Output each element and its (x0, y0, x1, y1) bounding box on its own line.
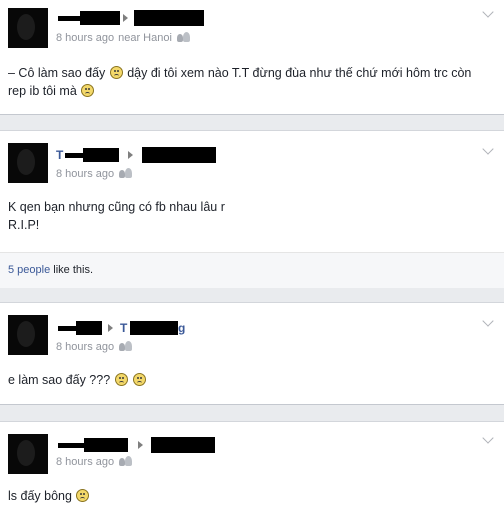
likes-link[interactable]: 5 people (8, 264, 50, 276)
redacted-name (80, 11, 120, 25)
redacted-name (76, 321, 102, 335)
timestamp[interactable]: 8 hours ago (56, 456, 114, 468)
chevron-down-icon[interactable] (482, 432, 494, 444)
friends-icon[interactable] (119, 456, 133, 466)
location[interactable]: near Hanoi (118, 32, 172, 44)
likes-text: like this. (50, 264, 94, 276)
frown-emoticon-icon (114, 373, 128, 386)
timestamp[interactable]: 8 hours ago (56, 168, 114, 180)
feed-post: T 8 hours ago K qen bạn nhưng cũng có fb… (0, 130, 504, 288)
right-triangle-icon (123, 14, 128, 22)
chevron-down-icon[interactable] (482, 143, 494, 155)
post-meta: 8 hours ago near Hanoi (56, 31, 190, 45)
avatar[interactable] (8, 8, 48, 48)
feed-post: T g 8 hours ago e làm sao đấy ??? (0, 302, 504, 405)
target-name[interactable]: T (120, 321, 127, 335)
redacted-name (84, 438, 128, 452)
avatar[interactable] (8, 315, 48, 355)
message-line: R.I.P! (8, 218, 40, 232)
redacted-name (58, 16, 82, 21)
timestamp[interactable]: 8 hours ago (56, 341, 114, 353)
avatar[interactable] (8, 434, 48, 474)
message-line: K qen bạn nhưng cũng có fb nhau lâu r (8, 200, 225, 214)
right-triangle-icon (108, 324, 113, 332)
message-text: ls đấy bông (8, 489, 76, 503)
likes-bar: 5 people like this. (0, 252, 504, 288)
redacted-name (151, 437, 215, 453)
message-text: – Cô làm sao đấy (8, 66, 109, 80)
feed-post: 8 hours ago ls đấy bông (0, 421, 504, 521)
frown-emoticon-icon (76, 489, 90, 502)
friends-icon[interactable] (176, 32, 190, 42)
post-meta: 8 hours ago (56, 340, 133, 354)
post-message: – Cô làm sao đấy dậy đi tôi xem nào T.T … (8, 64, 492, 100)
redacted-name (58, 443, 86, 448)
right-triangle-icon (138, 441, 143, 449)
avatar[interactable] (8, 143, 48, 183)
redacted-name (83, 148, 119, 162)
feed-post: 8 hours ago near Hanoi – Cô làm sao đấy d… (0, 0, 504, 115)
news-feed: 8 hours ago near Hanoi – Cô làm sao đấy d… (0, 0, 504, 521)
frown-emoticon-icon (109, 66, 123, 79)
redacted-name (142, 147, 216, 163)
author-name[interactable]: T (56, 148, 63, 162)
post-message: e làm sao đấy ??? (8, 371, 492, 389)
friends-icon[interactable] (119, 168, 133, 178)
chevron-down-icon[interactable] (482, 6, 494, 18)
right-triangle-icon (128, 151, 133, 159)
post-message: ls đấy bông (8, 487, 492, 505)
post-meta: 8 hours ago (56, 167, 133, 181)
redacted-name (134, 10, 204, 26)
message-text: e làm sao đấy ??? (8, 373, 114, 387)
timestamp[interactable]: 8 hours ago (56, 32, 114, 44)
redacted-name (65, 153, 85, 158)
chevron-down-icon[interactable] (482, 315, 494, 327)
friends-icon[interactable] (119, 341, 133, 351)
frown-emoticon-icon (133, 373, 147, 386)
target-name[interactable]: g (178, 321, 185, 335)
post-meta: 8 hours ago (56, 455, 133, 469)
frown-emoticon-icon (81, 84, 95, 97)
post-message: K qen bạn nhưng cũng có fb nhau lâu r R.… (8, 198, 492, 234)
redacted-name (130, 321, 178, 335)
